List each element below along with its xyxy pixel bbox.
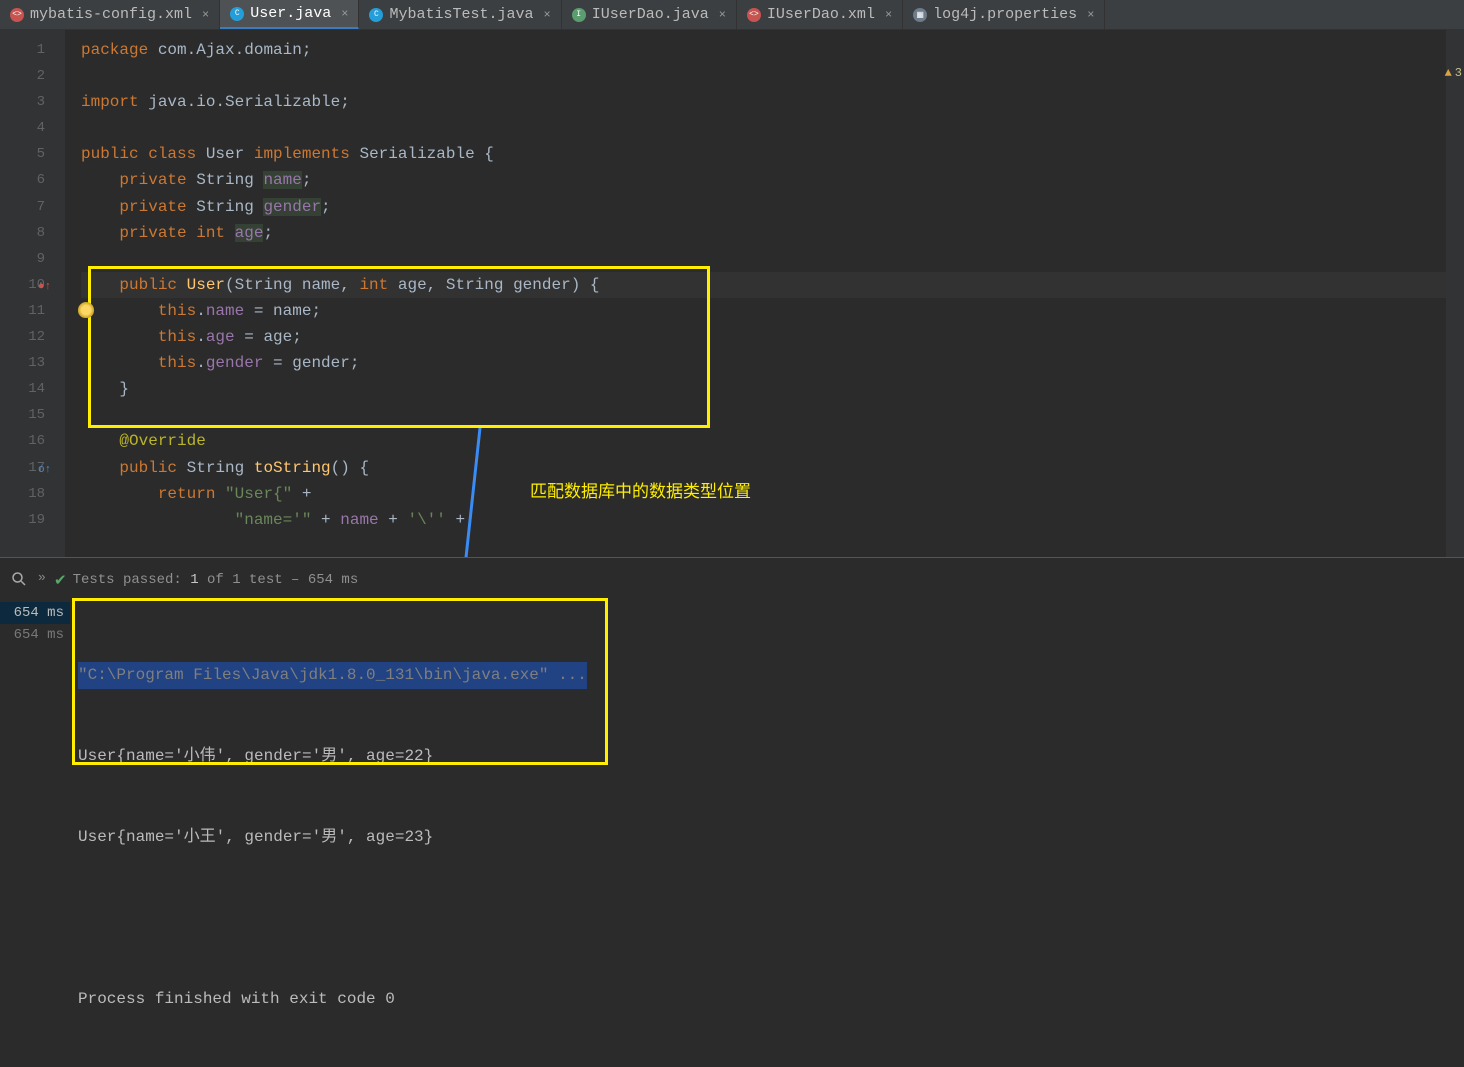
tab-mybatis-config[interactable]: <> mybatis-config.xml × [0, 0, 220, 29]
xml-icon: <> [10, 8, 24, 22]
chevron-right-icon[interactable]: » [38, 570, 46, 585]
check-icon: ✔ [54, 571, 67, 590]
tab-label: mybatis-config.xml [30, 6, 192, 23]
search-icon[interactable] [10, 570, 28, 588]
console-line: User{name='小王', gender='男', age=23} [78, 828, 433, 846]
tab-iuserdao-xml[interactable]: <> IUserDao.xml × [737, 0, 903, 29]
tab-label: log4j.properties [933, 6, 1077, 23]
console-line: "C:\Program Files\Java\jdk1.8.0_131\bin\… [78, 662, 587, 689]
tab-user-java[interactable]: C User.java × [220, 0, 359, 29]
java-class-icon: C [369, 8, 383, 22]
xml-icon: <> [747, 8, 761, 22]
close-icon[interactable]: × [1087, 8, 1094, 22]
console-line: User{name='小伟', gender='男', age=22} [78, 747, 433, 765]
annotation-label: 匹配数据库中的数据类型位置 [530, 477, 751, 502]
warning-count: 3 [1455, 66, 1462, 80]
tab-label: IUserDao.xml [767, 6, 875, 23]
test-time-sidebar: 654 ms 654 ms [0, 602, 70, 646]
tests-passed-label: Tests passed: 1 of 1 test – 654 ms [73, 572, 359, 588]
override-marker-icon[interactable]: ●↑ [38, 274, 51, 300]
tab-log4j-properties[interactable]: ▦ log4j.properties × [903, 0, 1105, 29]
intention-bulb-icon[interactable] [78, 302, 94, 318]
console-output[interactable]: "C:\Program Files\Java\jdk1.8.0_131\bin\… [78, 608, 587, 1067]
close-icon[interactable]: × [885, 8, 892, 22]
close-icon[interactable]: × [719, 8, 726, 22]
java-class-icon: C [230, 7, 244, 21]
test-time-item[interactable]: 654 ms [0, 624, 70, 646]
tab-label: IUserDao.java [592, 6, 709, 23]
close-icon[interactable]: × [341, 7, 348, 21]
line-gutter: 1 2 3 4 5 6 7 8 9 10 11 12 13 14 15 16 1… [0, 30, 65, 557]
code-area[interactable]: package com.Ajax.domain; import java.io.… [65, 30, 1464, 557]
code-editor[interactable]: 1 2 3 4 5 6 7 8 9 10 11 12 13 14 15 16 1… [0, 30, 1464, 557]
tab-mybatis-test[interactable]: C MybatisTest.java × [359, 0, 561, 29]
properties-icon: ▦ [913, 8, 927, 22]
override-marker-icon[interactable]: o↑ [38, 457, 51, 483]
console-line: Process finished with exit code 0 [78, 990, 395, 1008]
tab-iuserdao-java[interactable]: I IUserDao.java × [562, 0, 737, 29]
tab-label: MybatisTest.java [389, 6, 533, 23]
close-icon[interactable]: × [543, 8, 550, 22]
warnings-indicator[interactable]: ▲ 3 [1445, 66, 1462, 80]
tab-label: User.java [250, 5, 331, 22]
warning-icon: ▲ [1445, 66, 1452, 80]
run-console: » ✔ Tests passed: 1 of 1 test – 654 ms 6… [0, 557, 1464, 797]
console-header: » ✔ Tests passed: 1 of 1 test – 654 ms [0, 558, 1464, 602]
test-time-item[interactable]: 654 ms [0, 602, 70, 624]
java-interface-icon: I [572, 8, 586, 22]
close-icon[interactable]: × [202, 8, 209, 22]
editor-tabs: <> mybatis-config.xml × C User.java × C … [0, 0, 1464, 30]
editor-scroll-strip[interactable] [1446, 30, 1464, 557]
